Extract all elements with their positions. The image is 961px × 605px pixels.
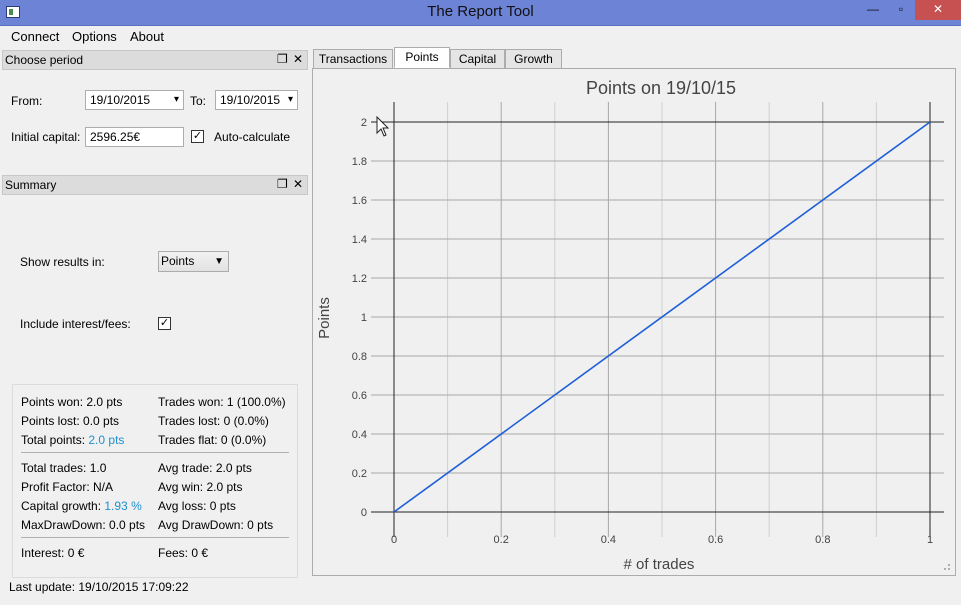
menu-bar: Connect Options About (0, 26, 961, 47)
x-tick-label: 0.2 (494, 534, 509, 546)
x-tick-label: 1 (927, 534, 933, 546)
profit-factor: Profit Factor: N/A (21, 480, 114, 494)
y-tick-label: 0 (361, 507, 367, 519)
capital-growth-value: 1.93 % (104, 499, 142, 513)
trades-won: Trades won: 1 (100.0%) (158, 395, 286, 409)
summary-stats: Points won: 2.0 pts Trades won: 1 (100.0… (12, 384, 298, 578)
y-tick-label: 1.2 (352, 273, 367, 285)
show-results-label: Show results in: (20, 255, 105, 269)
from-date-combo[interactable]: 19/10/2015 ▾ (85, 90, 184, 110)
y-tick-label: 0.4 (352, 429, 367, 441)
x-axis-label: # of trades (624, 556, 695, 573)
y-axis-label: Points (316, 297, 333, 339)
points-won: Points won: 2.0 pts (21, 395, 123, 409)
capital-growth-label: Capital growth: (21, 499, 105, 513)
float-icon[interactable]: ❐ (277, 176, 288, 192)
y-tick-label: 1.8 (352, 156, 367, 168)
initial-capital-input[interactable]: 2596.25€ (85, 127, 184, 147)
maximize-button[interactable]: ▫ (888, 0, 914, 20)
initial-capital-label: Initial capital: (11, 130, 81, 144)
x-tick-label: 0 (391, 534, 397, 546)
tab-capital[interactable]: Capital (450, 49, 505, 68)
avg-loss: Avg loss: 0 pts (158, 499, 236, 513)
y-tick-label: 0.8 (352, 351, 367, 363)
show-results-select[interactable]: Points ▼ (158, 251, 229, 272)
include-fees-label: Include interest/fees: (20, 317, 131, 331)
auto-calculate-label: Auto-calculate (214, 130, 291, 144)
y-tick-label: 1 (361, 312, 367, 324)
y-tick-label: 1.4 (352, 234, 367, 246)
include-fees-checkbox[interactable]: ✓ (158, 317, 171, 330)
avg-trade: Avg trade: 2.0 pts (158, 461, 252, 475)
y-tick-label: 1.6 (352, 195, 367, 207)
points-chart: Points on 19/10/15 # of trades Points 0 0… (313, 69, 955, 575)
tab-transactions[interactable]: Transactions (313, 49, 393, 68)
window-title: The Report Tool (427, 3, 534, 20)
avg-drawdown: Avg DrawDown: 0 pts (158, 518, 274, 532)
choose-period-title: Choose period (5, 53, 84, 67)
float-icon[interactable]: ❐ (277, 51, 288, 67)
total-points-label: Total points: (21, 433, 89, 447)
total-trades: Total trades: 1.0 (21, 461, 107, 475)
summary-title: Summary (5, 178, 57, 192)
total-points-value: 2.0 pts (88, 433, 125, 447)
y-tick-label: 0.2 (352, 468, 367, 480)
close-button[interactable]: ✕ (915, 0, 961, 20)
y-tick-label: 2 (361, 117, 367, 129)
capital-growth: Capital growth: 1.93 % (21, 499, 142, 513)
points-tab-pane: Points on 19/10/15 # of trades Points 0 0… (312, 68, 956, 576)
auto-calculate-checkbox[interactable]: ✓ (191, 130, 204, 143)
avg-win: Avg win: 2.0 pts (158, 480, 243, 494)
x-tick-label: 0.6 (708, 534, 723, 546)
menu-about[interactable]: About (130, 29, 164, 44)
chevron-down-icon: ▼ (214, 256, 224, 267)
tab-points[interactable]: Points (394, 47, 450, 68)
chart-background (313, 69, 955, 575)
chevron-down-icon: ▾ (287, 94, 293, 105)
tab-growth[interactable]: Growth (505, 49, 562, 68)
menu-connect[interactable]: Connect (11, 29, 59, 44)
close-icon[interactable]: ✕ (293, 51, 303, 67)
interest: Interest: 0 € (21, 546, 85, 560)
points-lost: Points lost: 0.0 pts (21, 414, 120, 428)
to-label: To: (190, 94, 207, 108)
to-date-combo[interactable]: 19/10/2015 ▾ (215, 90, 298, 110)
total-points: Total points: 2.0 pts (21, 433, 124, 447)
summary-header: Summary ❐ ✕ (2, 175, 308, 195)
close-icon[interactable]: ✕ (293, 176, 303, 192)
divider (21, 452, 289, 453)
x-tick-label: 0.8 (815, 534, 830, 546)
chevron-down-icon: ▾ (173, 94, 179, 105)
x-tick-label: 0.4 (601, 534, 616, 546)
trades-flat: Trades flat: 0 (0.0%) (158, 433, 267, 447)
y-tick-label: 0.6 (352, 390, 367, 402)
resize-grip-icon[interactable] (941, 561, 951, 571)
minimize-button[interactable]: — (860, 0, 886, 20)
chart-title: Points on 19/10/15 (586, 78, 736, 98)
title-bar: The Report Tool — ▫ ✕ (0, 0, 961, 26)
menu-options[interactable]: Options (72, 29, 117, 44)
from-label: From: (11, 94, 43, 108)
divider (21, 537, 289, 538)
choose-period-header: Choose period ❐ ✕ (2, 50, 308, 70)
max-drawdown: MaxDrawDown: 0.0 pts (21, 518, 146, 532)
last-update-status: Last update: 19/10/2015 17:09:22 (9, 580, 189, 594)
to-date-value: 19/10/2015 (220, 93, 281, 107)
show-results-value: Points (161, 254, 195, 268)
from-date-value: 19/10/2015 (90, 93, 151, 107)
trades-lost: Trades lost: 0 (0.0%) (158, 414, 269, 428)
fees: Fees: 0 € (158, 546, 209, 560)
